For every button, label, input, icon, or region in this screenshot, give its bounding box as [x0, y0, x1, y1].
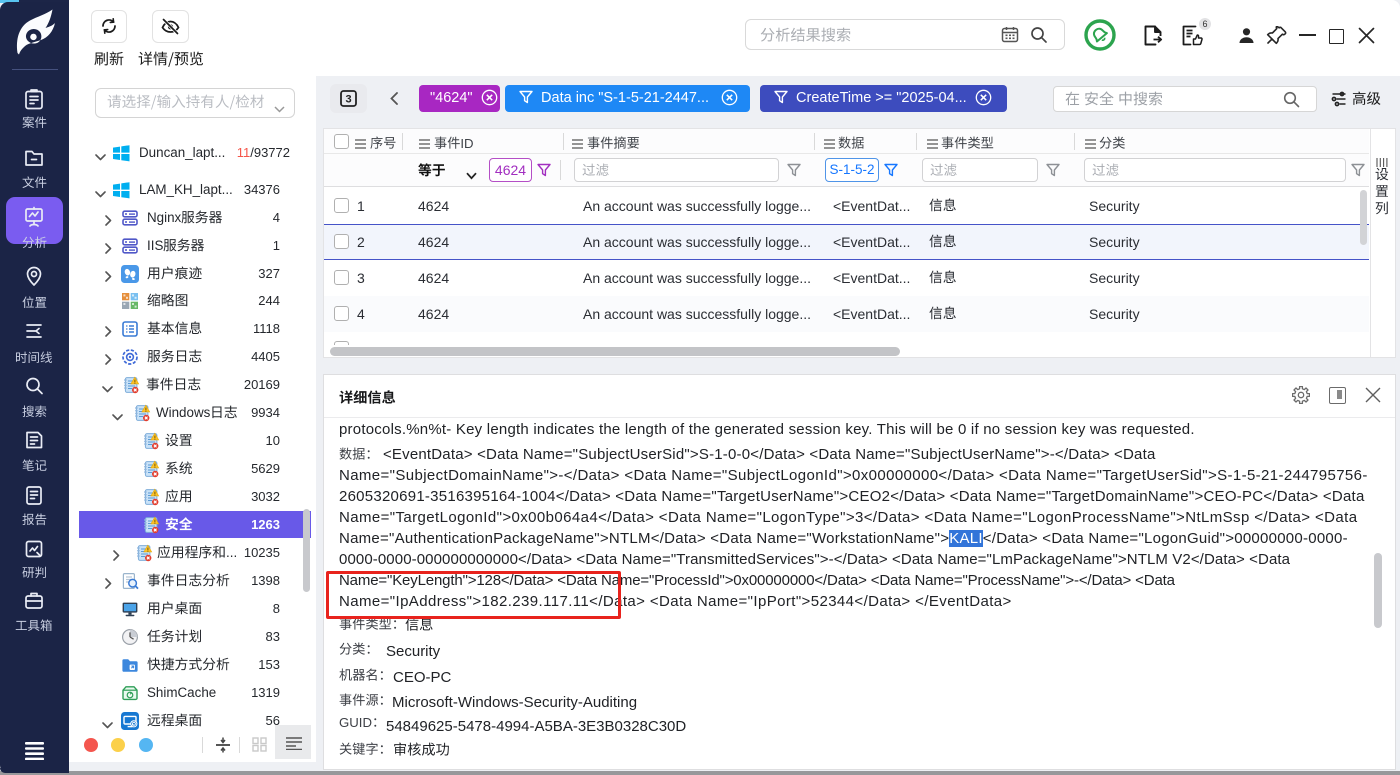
svg-text:3: 3 [345, 94, 351, 106]
